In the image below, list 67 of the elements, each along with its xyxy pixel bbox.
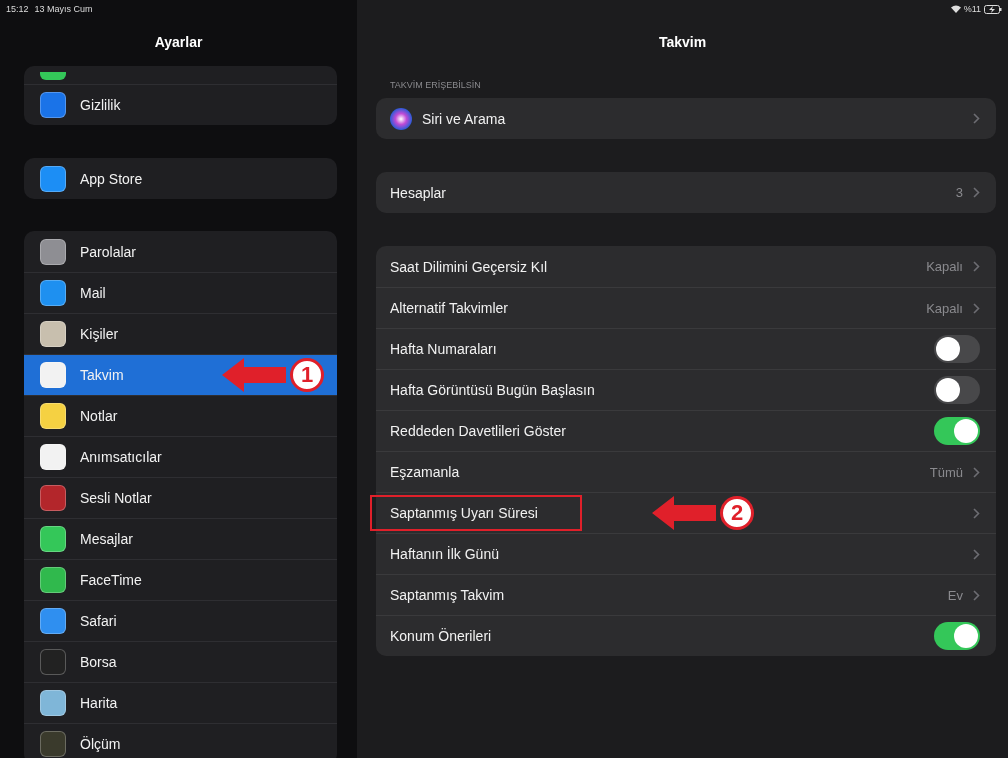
sidebar-item[interactable]: Gizlilik xyxy=(24,84,337,125)
settings-row[interactable]: Hafta Numaraları xyxy=(376,328,996,369)
sidebar-item[interactable]: FaceTime xyxy=(24,559,337,600)
row-label: Hafta Numaraları xyxy=(390,341,497,357)
settings-row[interactable]: Saptanmış Takvim Ev xyxy=(376,574,996,615)
sidebar-item[interactable]: Harita xyxy=(24,682,337,723)
row-label: Eşzamanla xyxy=(390,464,460,480)
section-header: TAKVİM ERİŞEBİLSİN xyxy=(389,80,482,90)
row-label: Haftanın İlk Günü xyxy=(390,546,499,562)
row-value: Tümü xyxy=(929,464,963,480)
sidebar-item[interactable]: Anımsatıcılar xyxy=(24,436,337,477)
settings-row[interactable]: Saptanmış Uyarı Süresi 2 xyxy=(376,492,996,533)
settings-row[interactable]: Haftanın İlk Günü xyxy=(376,533,996,574)
sidebar-item[interactable]: Safari xyxy=(24,600,337,641)
toggle-switch[interactable] xyxy=(934,417,980,445)
settings-row[interactable]: Reddeden Davetlileri Göster xyxy=(376,410,996,451)
wifi-icon xyxy=(950,5,961,13)
settings-row[interactable]: Siri ve Arama xyxy=(376,98,996,139)
row-label: Saat Dilimini Geçersiz Kıl xyxy=(390,258,548,275)
annotation-arrow xyxy=(652,496,716,530)
toggle-switch[interactable] xyxy=(934,622,980,650)
page-title: Takvim xyxy=(658,34,707,50)
sidebar-item[interactable]: Sesli Notlar xyxy=(24,477,337,518)
toggle-switch[interactable] xyxy=(934,335,980,363)
battery-percent: %11 xyxy=(963,4,981,14)
row-label: Saptanmış Uyarı Süresi xyxy=(390,505,538,521)
row-label: Saptanmış Takvim xyxy=(390,587,505,603)
row-value: Kapalı xyxy=(926,300,963,316)
sidebar-item[interactable]: App Store xyxy=(24,158,337,199)
sidebar-item[interactable]: Mail xyxy=(24,272,337,313)
row-label: Konum Önerileri xyxy=(390,628,492,644)
sidebar-item[interactable]: Parolalar xyxy=(24,231,337,272)
row-label: Alternatif Takvimler xyxy=(390,300,508,316)
row-label: Hafta Görüntüsü Bugün Başlasın xyxy=(390,382,595,398)
chevron-icon xyxy=(973,261,980,272)
settings-row[interactable]: Hesaplar 3 xyxy=(376,172,996,213)
sidebar-item[interactable]: Takvim 1 xyxy=(24,354,337,395)
row-label: Siri ve Arama xyxy=(422,110,506,127)
settings-row[interactable]: Eşzamanla Tümü xyxy=(376,451,996,492)
battery-charging-icon xyxy=(984,4,1002,14)
chevron-icon xyxy=(973,466,980,478)
sidebar-title: Ayarlar xyxy=(154,34,203,50)
sidebar-item[interactable]: Ölçüm xyxy=(24,723,337,758)
chevron-icon xyxy=(973,507,980,519)
status-date: 13 Mayıs Cum xyxy=(34,4,93,14)
chevron-icon xyxy=(973,302,980,314)
chevron-icon xyxy=(973,548,980,560)
settings-row[interactable]: Saat Dilimini Geçersiz Kıl Kapalı xyxy=(376,246,996,287)
sidebar-item[interactable]: Notlar xyxy=(24,395,337,436)
row-value: Ev xyxy=(947,587,963,603)
sidebar-item[interactable]: Mesajlar xyxy=(24,518,337,559)
row-value: Kapalı xyxy=(926,259,963,274)
row-label: Hesaplar xyxy=(390,184,447,201)
settings-row[interactable]: Konum Önerileri xyxy=(376,615,996,656)
annotation-arrow xyxy=(222,358,286,392)
status-time: 15:12 xyxy=(6,4,29,14)
chevron-icon xyxy=(973,113,980,124)
settings-row[interactable]: Alternatif Takvimler Kapalı xyxy=(376,287,996,328)
chevron-icon xyxy=(973,589,980,601)
chevron-icon xyxy=(973,187,980,198)
annotation-number: 1 xyxy=(290,358,324,392)
sidebar-item[interactable]: Borsa xyxy=(24,641,337,682)
row-label: Reddeden Davetlileri Göster xyxy=(390,423,566,439)
settings-row[interactable]: Hafta Görüntüsü Bugün Başlasın xyxy=(376,369,996,410)
toggle-switch[interactable] xyxy=(934,376,980,404)
row-value: 3 xyxy=(955,185,963,200)
annotation-number: 2 xyxy=(720,496,754,530)
